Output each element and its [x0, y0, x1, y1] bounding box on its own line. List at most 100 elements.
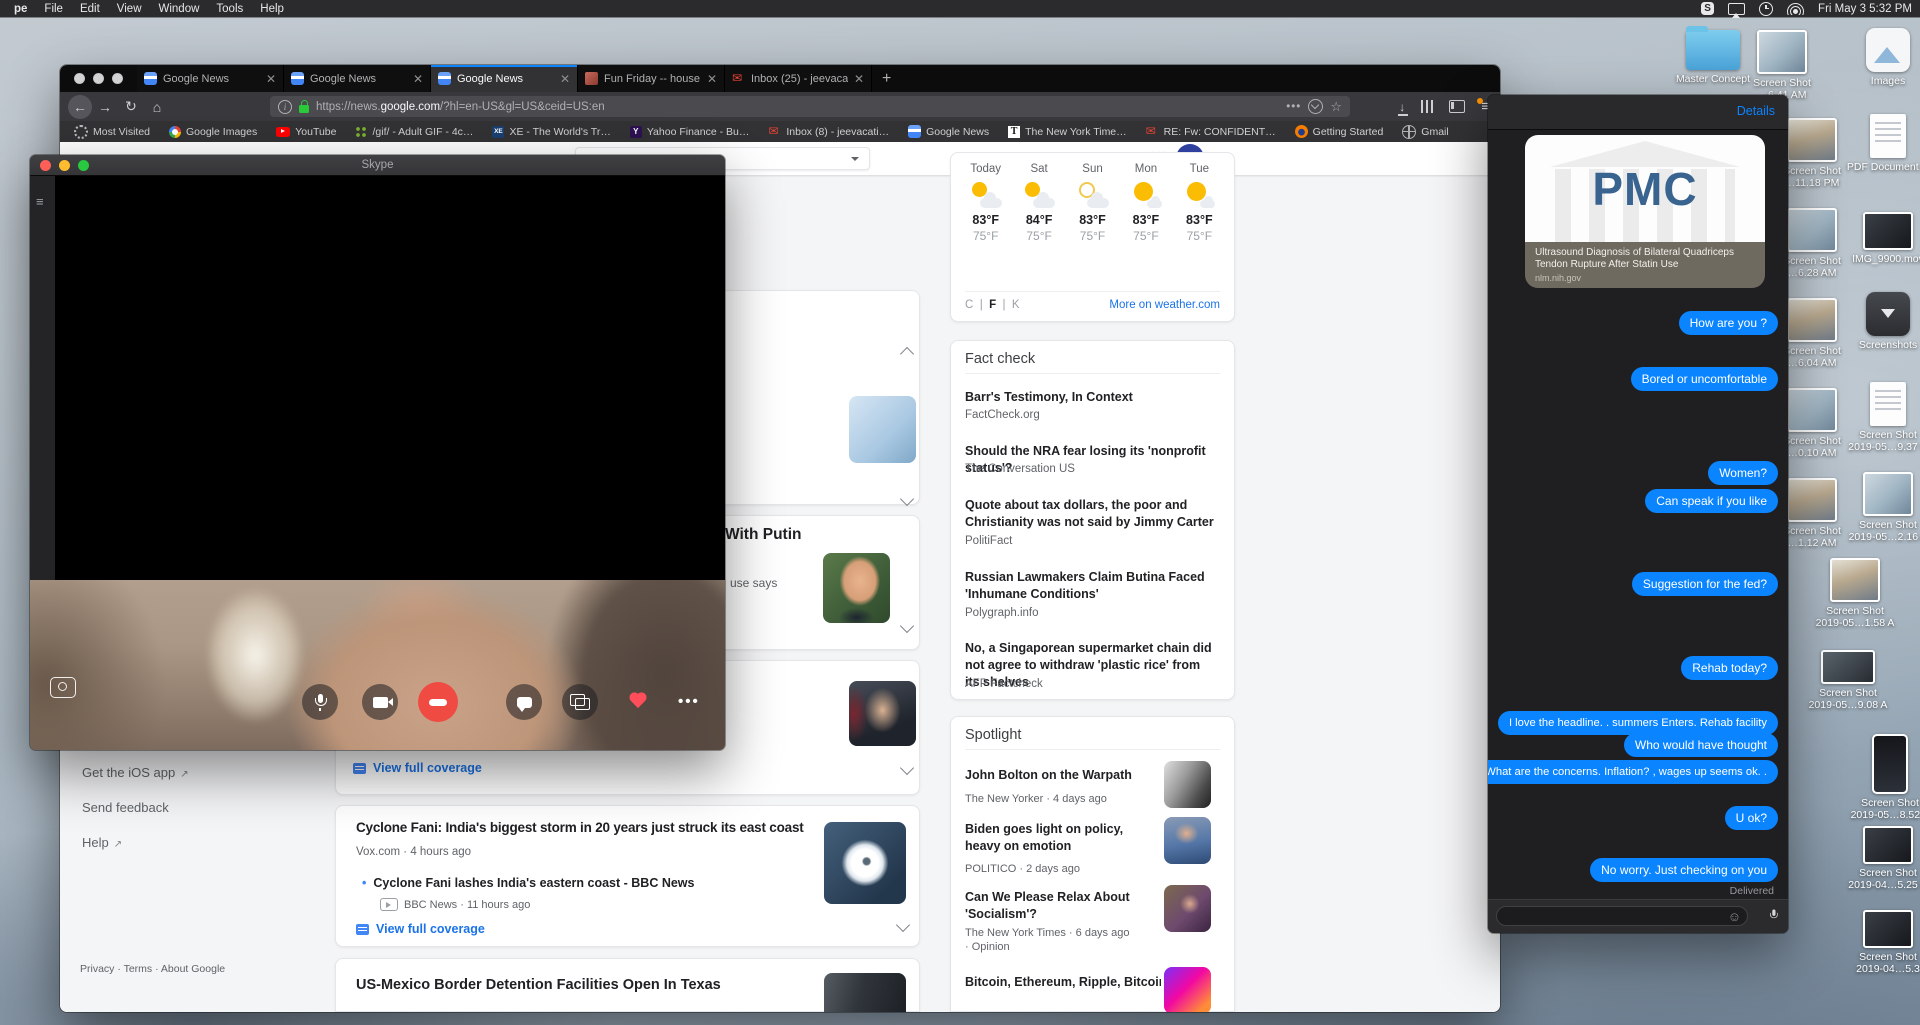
menu-bar-clock[interactable]: Fri May 3 5:32 PM [1818, 3, 1912, 15]
tab-close-icon[interactable]: ✕ [560, 72, 570, 86]
menu-window[interactable]: Window [159, 3, 200, 15]
tab-close-icon[interactable]: ✕ [266, 72, 276, 86]
story-card-cyclone[interactable]: Cyclone Fani: India's biggest storm in 2… [335, 805, 920, 947]
pocket-icon[interactable] [1308, 99, 1323, 114]
library-icon[interactable] [1421, 100, 1433, 113]
video-toggle-button[interactable] [362, 684, 398, 720]
view-full-coverage-link[interactable]: View full coverage [353, 761, 482, 775]
article-thumbnail[interactable] [1164, 967, 1211, 1012]
more-options-icon[interactable]: ••• [678, 693, 700, 710]
desktop-icon-screenshot[interactable]: Screen Shot2019-04…5.3 [1845, 910, 1920, 975]
tab-inbox[interactable]: ✉ Inbox (25) - jeevacation@gmai ✕ [725, 65, 872, 92]
bookmark-confidential[interactable]: ✉RE: Fw: CONFIDENT… [1146, 125, 1276, 138]
chevron-down-icon[interactable] [900, 619, 914, 633]
headline[interactable]: With Putin [725, 526, 801, 544]
bookmark-inbox[interactable]: ✉Inbox (8) - jeevacati… [768, 125, 889, 138]
hamburger-icon[interactable]: ≡ [36, 194, 44, 209]
bookmark-gif[interactable]: /gif/ - Adult GIF - 4c… [355, 126, 473, 138]
chevron-down-icon[interactable] [851, 157, 859, 165]
bookmark-star-icon[interactable]: ☆ [1330, 99, 1342, 115]
sidebar-item-ios-app[interactable]: Get the iOS app↗ [82, 765, 189, 780]
link-preview-card[interactable]: PMC Ultrasound Diagnosis of Bilateral Qu… [1525, 135, 1765, 288]
tab-google-news-1[interactable]: Google News ✕ [137, 65, 284, 92]
desktop-icon-screenshot[interactable]: Screen Shot2019-05…8.52 A [1847, 734, 1920, 821]
new-tab-button[interactable]: + [872, 65, 901, 92]
app-menu-fragment[interactable]: pe [14, 3, 27, 15]
page-info-icon[interactable]: i [278, 100, 292, 114]
fact-check-item[interactable]: Quote about tax dollars, the poor and Ch… [965, 497, 1218, 531]
chevron-down-icon[interactable] [900, 492, 914, 506]
mute-mic-button[interactable] [302, 684, 338, 720]
desktop-icon-images[interactable]: Images [1845, 28, 1920, 87]
menu-edit[interactable]: Edit [80, 3, 100, 15]
spotlight-item[interactable]: Can We Please Relax About 'Socialism'? [965, 889, 1160, 923]
skype-status-icon[interactable]: S [1701, 2, 1714, 15]
reload-button[interactable]: ↻ [118, 98, 144, 115]
bookmark-nyt[interactable]: TThe New York Time… [1008, 126, 1127, 138]
story-card-border[interactable]: US-Mexico Border Detention Facilities Op… [335, 958, 920, 1012]
spotlight-item[interactable]: Biden goes light on policy, heavy on emo… [965, 821, 1160, 855]
fact-check-item[interactable]: Russian Lawmakers Claim Butina Faced 'In… [965, 569, 1218, 603]
window-controls[interactable] [60, 65, 137, 92]
sidebar-toggle-icon[interactable] [1449, 100, 1465, 113]
desktop-icon-screenshot[interactable]: Screen Shot2019-05…9.08 A [1805, 650, 1891, 711]
details-button[interactable]: Details [1737, 104, 1775, 118]
desktop-icon-screenshot[interactable]: Screen Shot2019-05…2.16 A [1845, 472, 1920, 543]
article-thumbnail[interactable] [1164, 761, 1211, 808]
emoji-icon[interactable]: ☺ [1728, 909, 1741, 924]
chat-button[interactable] [506, 684, 542, 720]
article-thumbnail[interactable] [1164, 885, 1211, 932]
weather-more-link[interactable]: More on weather.com [1109, 299, 1220, 311]
spotlight-item[interactable]: Bitcoin, Ethereum, Ripple, Bitcoin Cash, [965, 974, 1161, 991]
desktop-icon-screenshot[interactable]: Screen Shot…6.41 AM [1739, 30, 1825, 101]
desktop-icon-screenshot[interactable]: Screen Shot2019-05…1.58 A [1812, 558, 1898, 629]
footer-links[interactable]: Privacy · Terms · About Google [80, 963, 225, 975]
article-thumbnail[interactable] [1164, 817, 1211, 864]
message-input[interactable]: ☺ [1496, 906, 1748, 926]
article-thumbnail[interactable] [824, 822, 906, 904]
menu-view[interactable]: View [117, 3, 142, 15]
unit-toggle[interactable]: C | F | K [965, 299, 1020, 311]
chevron-down-icon[interactable] [896, 918, 910, 932]
desktop-icon-pdf[interactable]: PDF Document… [1845, 114, 1920, 173]
desktop-icon-screenshot[interactable]: Screen Shot2019-04…5.25 P [1845, 826, 1920, 891]
end-call-button[interactable] [418, 682, 458, 722]
article-thumbnail[interactable] [849, 681, 916, 746]
related-headline[interactable]: • Cyclone Fani lashes India's eastern co… [362, 876, 694, 890]
page-actions-icon[interactable]: ••• [1286, 101, 1301, 113]
bookmark-yahoo[interactable]: YYahoo Finance - Bu… [630, 126, 750, 138]
tab-google-news-active[interactable]: Google News ✕ [431, 65, 578, 92]
menu-tools[interactable]: Tools [216, 3, 243, 15]
dictation-mic-icon[interactable] [1769, 910, 1778, 922]
article-thumbnail[interactable] [824, 973, 906, 1012]
time-machine-icon[interactable] [1759, 2, 1773, 16]
address-bar[interactable]: i https://news.google.com/?hl=en-US&gl=U… [270, 96, 1350, 117]
camera-flip-icon[interactable] [50, 677, 76, 698]
bookmark-youtube[interactable]: YouTube [276, 126, 336, 138]
menu-help[interactable]: Help [260, 3, 284, 15]
article-thumbnail[interactable] [849, 396, 916, 463]
tab-close-icon[interactable]: ✕ [854, 72, 864, 86]
menu-file[interactable]: File [44, 3, 63, 15]
sidebar-item-feedback[interactable]: Send feedback [82, 800, 169, 815]
bookmark-google-images[interactable]: Google Images [169, 126, 257, 138]
wifi-icon[interactable] [1787, 3, 1804, 15]
chevron-up-icon[interactable] [900, 347, 914, 361]
heart-reaction-icon[interactable] [628, 693, 648, 710]
headline[interactable]: US-Mexico Border Detention Facilities Op… [356, 977, 721, 993]
downloads-icon[interactable]: ↓ [1399, 100, 1405, 114]
weather-widget[interactable]: Today 83°F75°F Sat 84°F75°F Sun 83°F75°F [950, 152, 1235, 322]
bookmark-getting-started[interactable]: Getting Started [1295, 125, 1384, 138]
spotlight-item[interactable]: John Bolton on the Warpath [965, 767, 1160, 784]
tab-close-icon[interactable]: ✕ [707, 72, 717, 86]
desktop-icon-screenshot-doc[interactable]: Screen Shot2019-05…9.37 P [1845, 382, 1920, 453]
view-full-coverage-link[interactable]: View full coverage [356, 922, 485, 936]
home-button[interactable]: ⌂ [144, 99, 170, 115]
forward-button[interactable]: → [92, 99, 118, 115]
sidebar-item-help[interactable]: Help↗ [82, 835, 122, 850]
headline[interactable]: Cyclone Fani: India's biggest storm in 2… [356, 820, 818, 835]
bookmark-google-news[interactable]: Google News [908, 125, 989, 138]
chevron-down-icon[interactable] [900, 761, 914, 775]
share-screen-button[interactable] [562, 684, 598, 720]
back-button[interactable]: ← [68, 95, 92, 119]
